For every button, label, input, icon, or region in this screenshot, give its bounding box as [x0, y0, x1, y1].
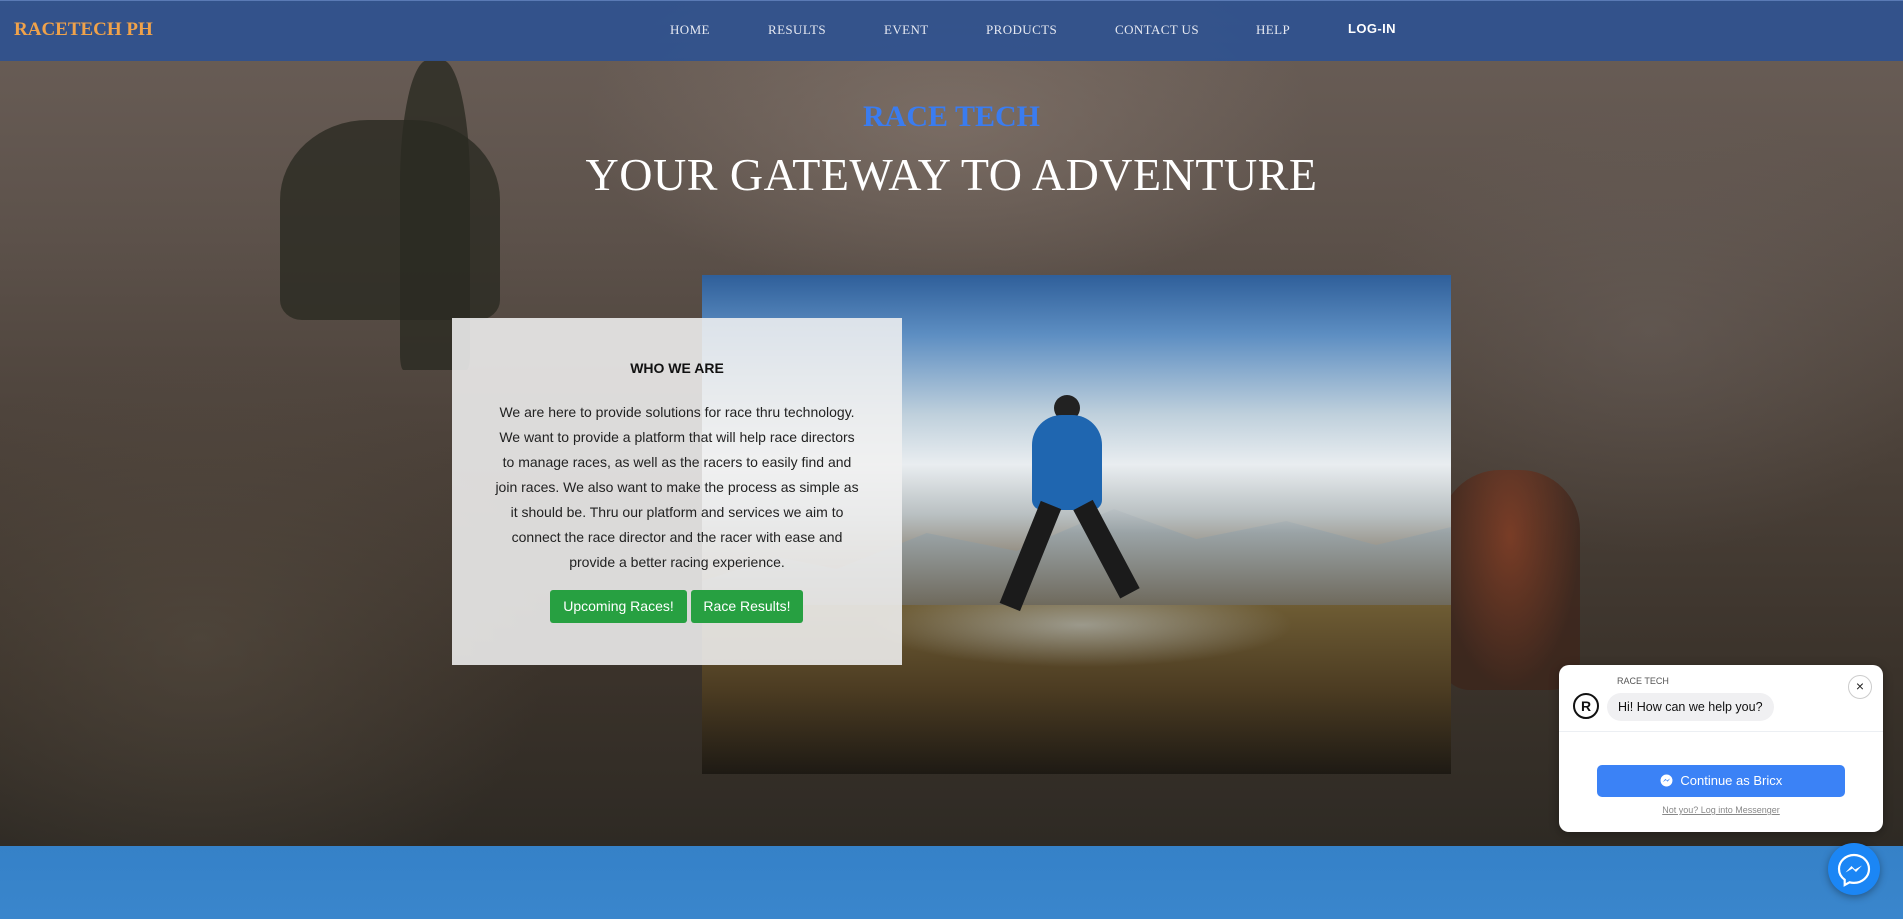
navbar: RACETECH PH HOME RESULTS EVENT PRODUCTS …: [0, 0, 1903, 61]
who-we-are-title: WHO WE ARE: [630, 360, 724, 376]
chat-page-name: RACE TECH: [1617, 676, 1669, 686]
race-tech-logo-icon: R: [1573, 693, 1599, 719]
nav-products[interactable]: PRODUCTS: [986, 22, 1057, 38]
brand-logo[interactable]: RACETECH PH: [14, 19, 153, 41]
nav-help[interactable]: HELP: [1256, 22, 1290, 38]
next-section-band: [0, 846, 1903, 919]
chat-greeting-bubble: Hi! How can we help you?: [1607, 693, 1774, 721]
nav-home[interactable]: HOME: [670, 22, 710, 38]
hero-title: YOUR GATEWAY TO ADVENTURE: [585, 149, 1318, 200]
who-we-are-text: We are here to provide solutions for rac…: [495, 404, 859, 570]
race-results-button[interactable]: Race Results!: [691, 590, 803, 623]
continue-as-button[interactable]: Continue as Bricx: [1597, 765, 1845, 797]
messenger-launcher-button[interactable]: [1828, 843, 1880, 895]
runner-jacket: [1032, 415, 1102, 510]
runner-leg: [1073, 499, 1140, 599]
nav-event[interactable]: EVENT: [884, 22, 929, 38]
who-we-are-card: WHO WE ARE We are here to provide soluti…: [452, 318, 902, 665]
messenger-chat-popup: RACE TECH R Hi! How can we help you? × C…: [1559, 665, 1883, 832]
continue-as-label: Continue as Bricx: [1680, 773, 1783, 788]
photo-runner: [992, 395, 1142, 625]
messenger-icon: [1660, 773, 1677, 788]
background-runner: [1440, 470, 1580, 690]
chat-header: RACE TECH R Hi! How can we help you? ×: [1559, 665, 1883, 732]
messenger-icon: [1837, 853, 1871, 887]
nav-log-in[interactable]: LOG-IN: [1348, 21, 1396, 36]
nav-results[interactable]: RESULTS: [768, 22, 826, 38]
nav-contact-us[interactable]: CONTACT US: [1115, 22, 1199, 38]
runner-leg: [999, 500, 1062, 612]
log-into-messenger-link[interactable]: Not you? Log into Messenger: [1559, 805, 1883, 815]
hero-kicker: RACE TECH: [863, 100, 1040, 133]
close-icon[interactable]: ×: [1848, 675, 1872, 699]
upcoming-races-button[interactable]: Upcoming Races!: [550, 590, 687, 623]
